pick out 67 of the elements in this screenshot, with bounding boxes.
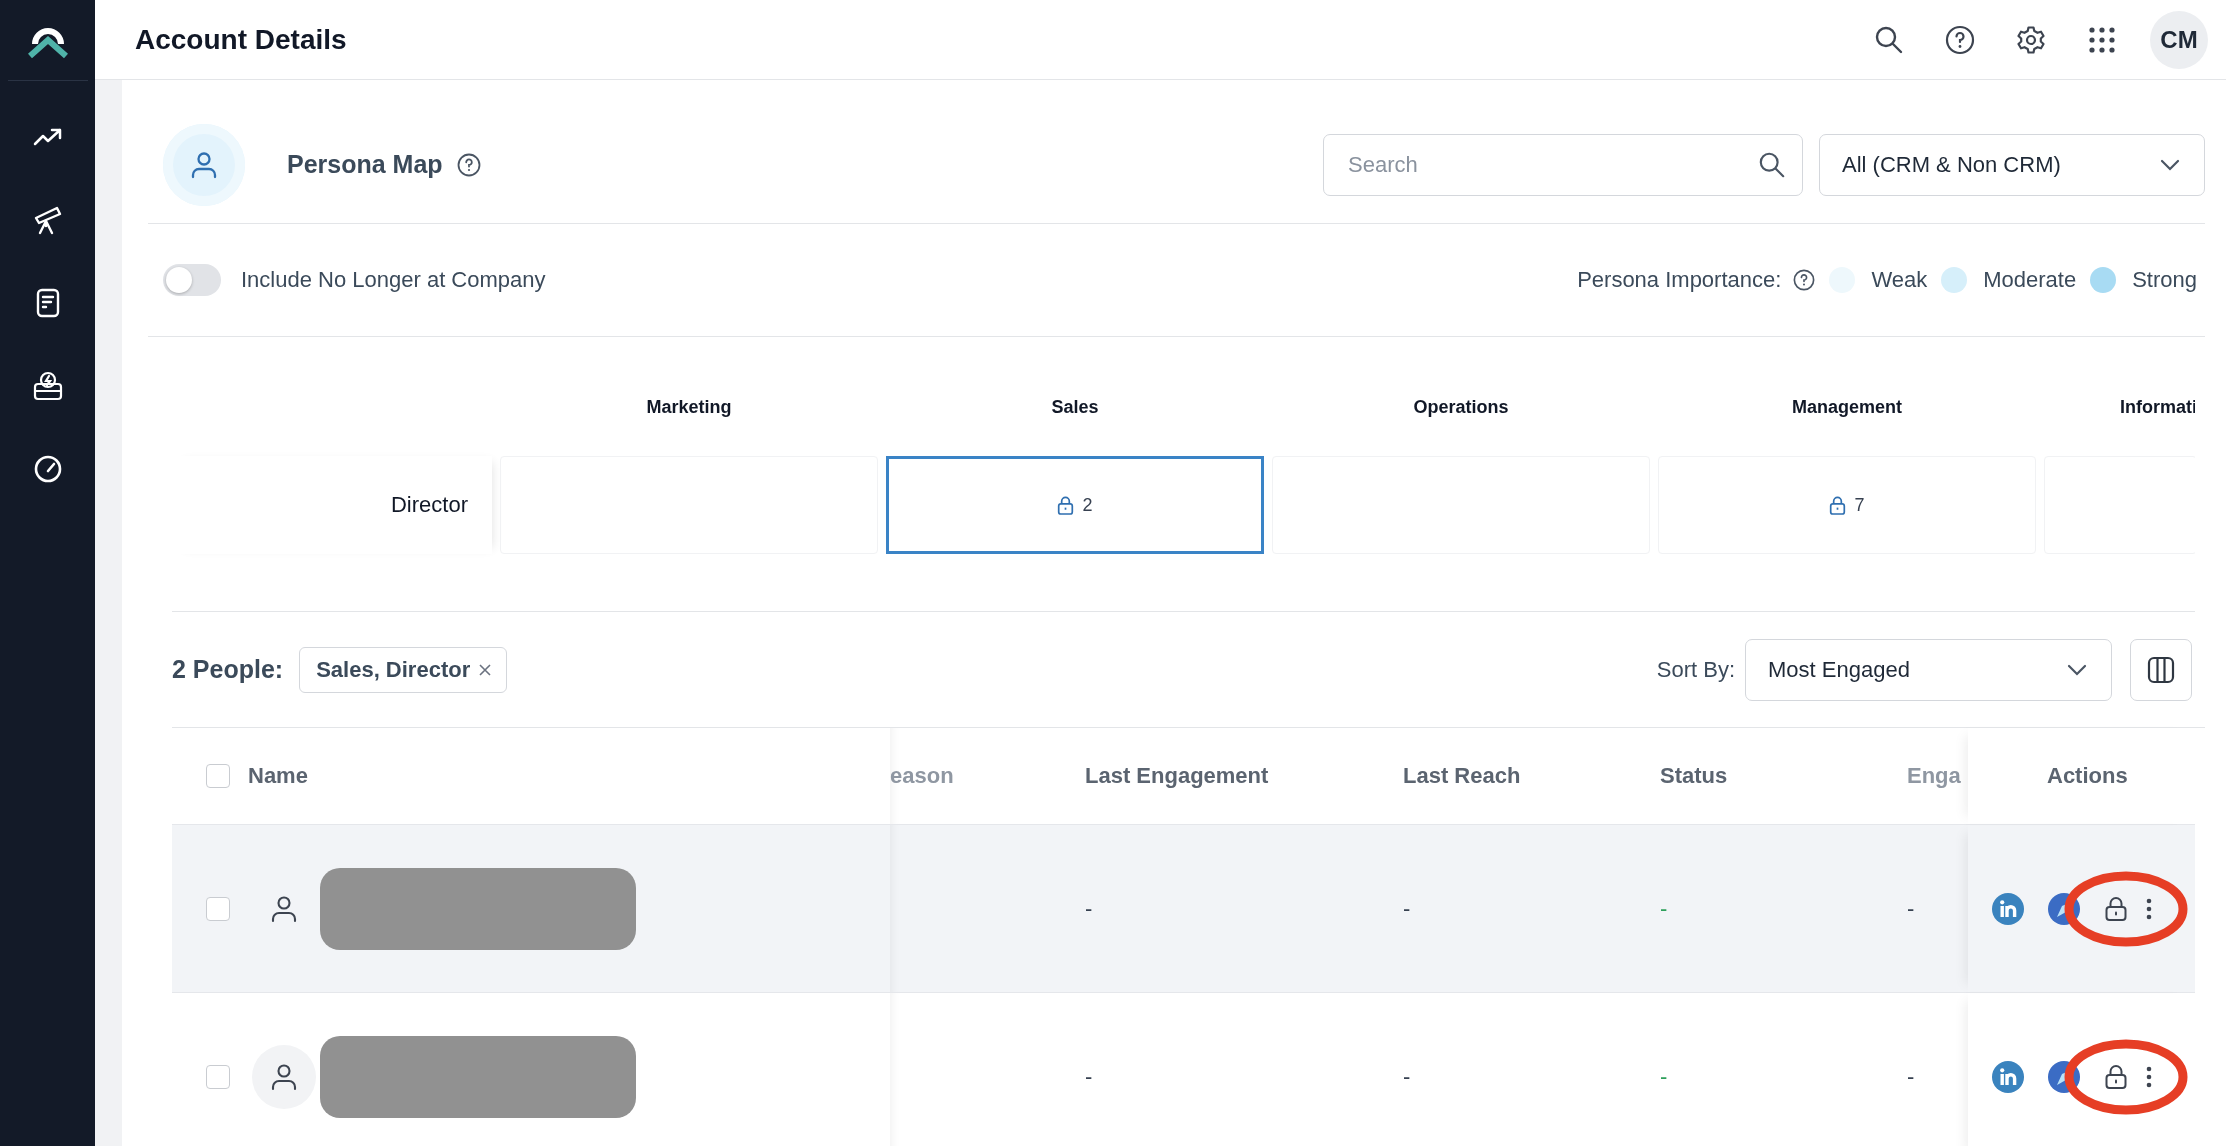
more-icon[interactable]: [2146, 1064, 2152, 1089]
column-header: Informati: [2119, 395, 2195, 419]
column-header: Marketing: [645, 395, 733, 419]
sort-label: Sort By:: [1656, 656, 1735, 683]
row-header: Director: [172, 456, 492, 554]
checkbox[interactable]: [206, 764, 230, 788]
table-cell: -: [1403, 895, 1411, 922]
table-cell: -: [1907, 1063, 1915, 1090]
sort-dropdown[interactable]: Most Engaged: [1745, 638, 2112, 701]
settings-icon[interactable]: [2016, 24, 2046, 55]
help-icon[interactable]: [1793, 269, 1816, 291]
close-icon[interactable]: [478, 662, 493, 677]
apps-icon[interactable]: [2087, 24, 2117, 55]
column-header: Operations: [1412, 395, 1510, 419]
user-avatar[interactable]: CM: [2150, 10, 2208, 69]
lock-icon[interactable]: [2104, 1063, 2128, 1090]
people-count: 2 People:: [172, 655, 284, 684]
column-header: Enga: [1907, 763, 1961, 789]
table-row[interactable]: - - - -: [172, 824, 2195, 992]
column-header: Status: [1660, 763, 1728, 789]
search-icon: [1758, 150, 1786, 179]
legend-item: Strong: [2132, 267, 2197, 293]
column-header: Last Engagement: [1085, 763, 1269, 789]
linkedin-icon[interactable]: [1992, 1060, 2024, 1093]
lock-icon: [1057, 495, 1075, 515]
filter-chip: Sales, Director: [299, 646, 508, 693]
lock-icon[interactable]: [2104, 895, 2128, 922]
filter-dropdown[interactable]: All (CRM & Non CRM): [1819, 133, 2205, 196]
column-header: Management: [1791, 395, 1903, 419]
help-icon[interactable]: [1945, 24, 1975, 55]
column-header: Sales: [1050, 395, 1100, 419]
more-icon[interactable]: [2146, 896, 2152, 921]
table-cell: -: [1085, 895, 1093, 922]
table-cell: -: [1660, 1063, 1668, 1090]
compass-icon[interactable]: [2048, 1060, 2080, 1093]
table-cell: -: [1907, 895, 1915, 922]
persona-cell[interactable]: 2: [886, 456, 1264, 554]
persona-cell[interactable]: 7: [1658, 456, 2036, 554]
linkedin-icon[interactable]: [1992, 892, 2024, 925]
compass-icon[interactable]: [2048, 892, 2080, 925]
search-icon[interactable]: [1874, 24, 1904, 55]
column-header: Actions: [2047, 763, 2128, 789]
table-cell: -: [1660, 895, 1668, 922]
table-row[interactable]: - - - -: [172, 992, 2195, 1146]
chevron-down-icon: [2160, 158, 2180, 171]
dashboard-icon[interactable]: [31, 370, 64, 402]
checkbox[interactable]: [206, 1064, 230, 1089]
columns-button[interactable]: [2130, 638, 2192, 701]
legend-label: Persona Importance:: [1577, 267, 1782, 293]
toggle-switch[interactable]: [163, 264, 221, 296]
search-field[interactable]: Search: [1323, 133, 1803, 196]
lock-icon: [1829, 495, 1847, 515]
table-cell: -: [1085, 1063, 1093, 1090]
column-header: Name: [248, 763, 308, 789]
legend-item: Moderate: [1983, 267, 2077, 293]
search-input[interactable]: Search: [1346, 150, 1758, 179]
help-icon[interactable]: [456, 152, 481, 177]
section-title: Persona Map: [287, 150, 443, 179]
table-cell: -: [1403, 1063, 1411, 1090]
columns-icon: [2147, 655, 2175, 684]
checkbox[interactable]: [206, 896, 230, 921]
column-header: eason: [890, 763, 954, 789]
toggle-label: Include No Longer at Company: [241, 267, 546, 293]
legend-item: Weak: [1871, 267, 1928, 293]
chevron-down-icon: [2067, 663, 2087, 676]
page-title: Account Details: [135, 23, 347, 56]
column-header: Last Reach: [1403, 763, 1521, 789]
